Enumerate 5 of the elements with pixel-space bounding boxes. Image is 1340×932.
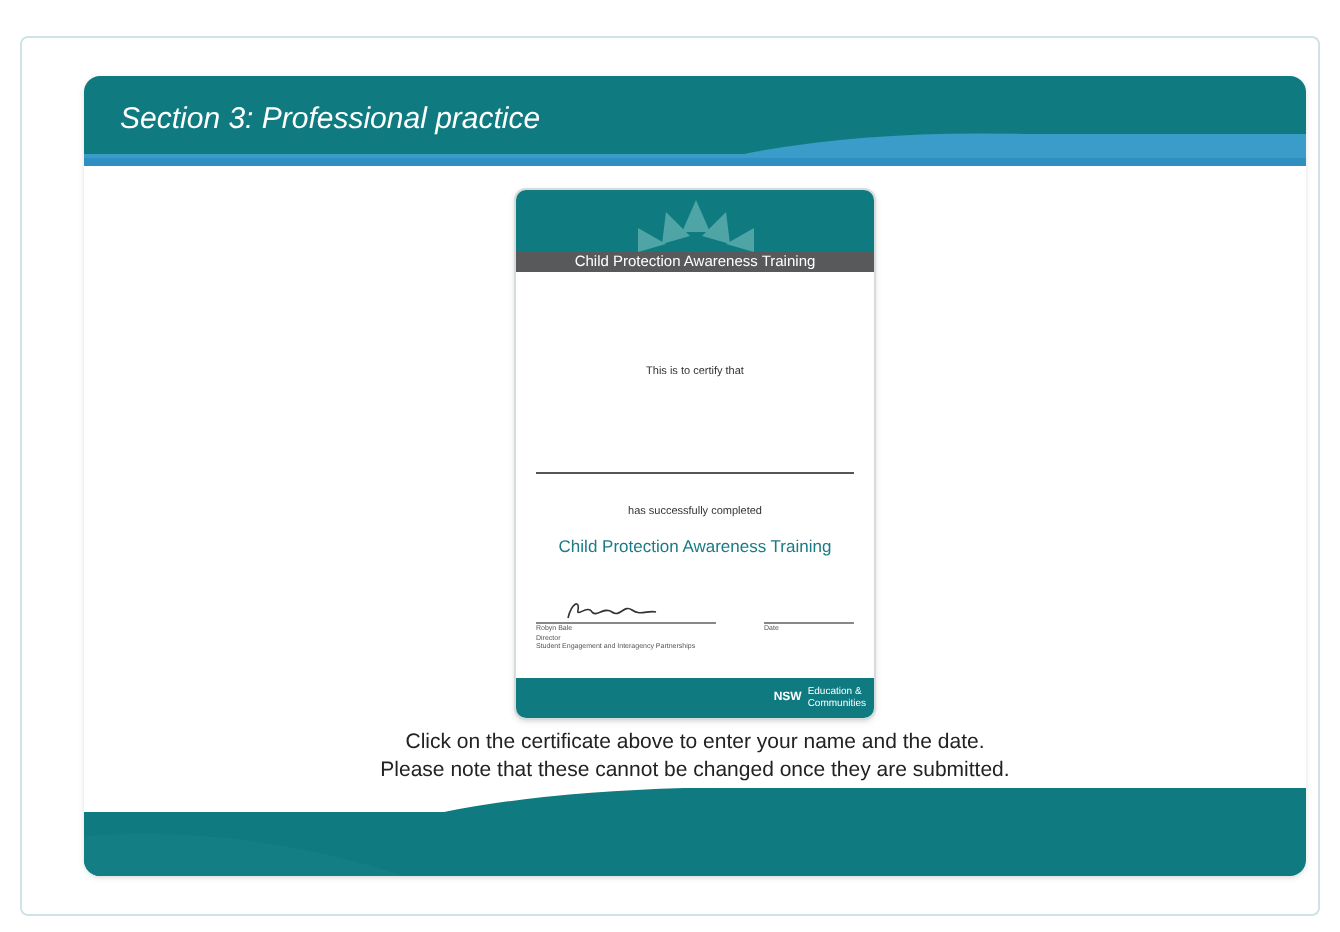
certificate[interactable] xyxy=(514,188,876,720)
instruction-text: Click on the certificate above to enter your name and the date. xyxy=(405,728,985,756)
course-title: Child Protection Awareness Training xyxy=(558,533,832,559)
slide-title: Section 3: Professional practice xyxy=(120,100,541,140)
instruction-text: Please note that these cannot be changed once they are submitted. xyxy=(380,756,1010,784)
